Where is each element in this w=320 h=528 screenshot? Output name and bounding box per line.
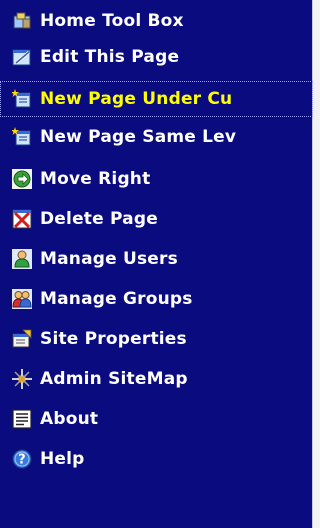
menu-item-delete-page[interactable]: Delete Page bbox=[0, 200, 313, 238]
new-page-under-icon bbox=[12, 89, 32, 109]
menu-item-about[interactable]: About bbox=[0, 400, 313, 438]
menu-item-label: Admin SiteMap bbox=[40, 369, 188, 389]
sitemap-icon bbox=[12, 369, 32, 389]
menu-item-label: Help bbox=[40, 449, 85, 469]
user-icon bbox=[12, 249, 32, 269]
menu-item-label: Move Right bbox=[40, 169, 151, 189]
menu-item-label: Delete Page bbox=[40, 209, 158, 229]
menu-item-manage-users[interactable]: Manage Users bbox=[0, 240, 313, 278]
menu-item-label: Edit This Page bbox=[40, 47, 180, 67]
admin-menu: Home Tool Box Edit This Page New Page Un… bbox=[0, 0, 313, 528]
menu-item-manage-groups[interactable]: Manage Groups bbox=[0, 280, 313, 318]
menu-item-label: Manage Groups bbox=[40, 289, 193, 309]
svg-text:?: ? bbox=[18, 453, 26, 468]
menu-item-label: New Page Under Cu bbox=[40, 89, 233, 109]
menu-item-new-page-same-level[interactable]: New Page Same Lev bbox=[0, 118, 313, 156]
menu-item-label: About bbox=[40, 409, 99, 429]
new-page-same-level-icon bbox=[12, 127, 32, 147]
menu-item-home-tool-box[interactable]: Home Tool Box bbox=[0, 2, 313, 40]
menu-item-label: Manage Users bbox=[40, 249, 178, 269]
menu-item-new-page-under[interactable]: New Page Under Cu bbox=[0, 80, 313, 118]
menu-item-move-right[interactable]: Move Right bbox=[0, 160, 313, 198]
delete-page-icon bbox=[12, 209, 32, 229]
menu-item-label: Site Properties bbox=[40, 329, 187, 349]
menu-item-label: New Page Same Lev bbox=[40, 127, 237, 147]
about-document-icon bbox=[12, 409, 32, 429]
menu-item-edit-this-page[interactable]: Edit This Page bbox=[0, 38, 313, 76]
group-icon bbox=[12, 289, 32, 309]
menu-item-site-properties[interactable]: Site Properties bbox=[0, 320, 313, 358]
move-right-icon bbox=[12, 169, 32, 189]
menu-item-help[interactable]: ? Help bbox=[0, 440, 313, 478]
menu-item-admin-sitemap[interactable]: Admin SiteMap bbox=[0, 360, 313, 398]
site-properties-icon bbox=[12, 329, 32, 349]
edit-page-icon bbox=[12, 47, 32, 67]
toolbox-icon bbox=[12, 11, 32, 31]
help-icon: ? bbox=[12, 449, 32, 469]
menu-item-label: Home Tool Box bbox=[40, 11, 184, 31]
